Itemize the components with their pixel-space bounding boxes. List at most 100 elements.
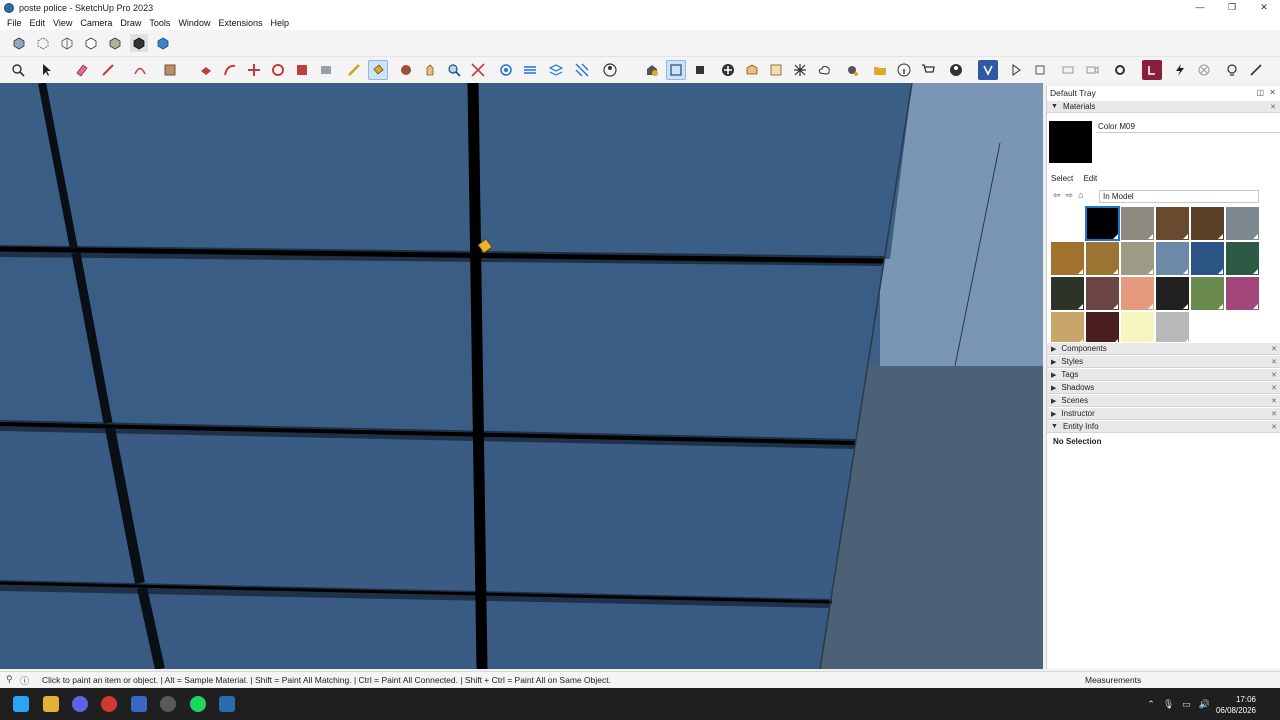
minimize-button[interactable]: —: [1184, 0, 1216, 15]
microphone-icon[interactable]: 🎙: [1163, 699, 1174, 710]
menu-window[interactable]: Window: [174, 18, 214, 28]
stamp-icon[interactable]: [572, 60, 592, 80]
menu-view[interactable]: View: [49, 18, 76, 28]
material-swatch[interactable]: [1121, 207, 1154, 240]
forward-arrow-icon[interactable]: ⇨: [1066, 190, 1074, 201]
spotify-icon[interactable]: [190, 696, 206, 712]
material-swatch[interactable]: [1051, 277, 1084, 310]
tab-edit[interactable]: Edit: [1083, 174, 1097, 183]
panel-close-icon[interactable]: ✕: [1271, 384, 1277, 392]
rectangle-icon[interactable]: [160, 60, 180, 80]
material-swatch[interactable]: [1156, 312, 1189, 345]
material-swatch[interactable]: [1226, 277, 1259, 310]
layers-icon[interactable]: [546, 60, 566, 80]
xray-icon[interactable]: [10, 34, 28, 52]
scale-icon[interactable]: [292, 60, 312, 80]
profile-icon[interactable]: [946, 60, 966, 80]
material-swatch[interactable]: [1121, 312, 1154, 345]
tray-close-icon[interactable]: ✕: [1269, 88, 1276, 97]
info-status-icon[interactable]: ⓘ: [20, 674, 29, 687]
geo-location-icon[interactable]: [496, 60, 516, 80]
menu-extensions[interactable]: Extensions: [214, 18, 266, 28]
close-button[interactable]: ✕: [1248, 0, 1280, 15]
panel-header-scenes[interactable]: ▶ Scenes ✕: [1047, 394, 1280, 407]
offset-icon[interactable]: [316, 60, 336, 80]
file-explorer-icon[interactable]: [43, 696, 59, 712]
material-swatch[interactable]: [1086, 277, 1119, 310]
steam-icon[interactable]: [160, 696, 176, 712]
material-swatch[interactable]: [1191, 242, 1224, 275]
camera-icon[interactable]: [1082, 60, 1102, 80]
material-swatch[interactable]: [1121, 277, 1154, 310]
sandbox-icon[interactable]: [520, 60, 540, 80]
chrome-icon[interactable]: [101, 696, 117, 712]
menu-tools[interactable]: Tools: [145, 18, 174, 28]
enscape-icon[interactable]: [1142, 60, 1162, 80]
push-pull-icon[interactable]: [196, 60, 216, 80]
panel-close-icon[interactable]: ✕: [1271, 397, 1277, 405]
material-swatch[interactable]: [1051, 207, 1084, 240]
chevron-up-icon[interactable]: ⌃: [1147, 699, 1155, 710]
geo-status-icon[interactable]: ⚲: [6, 674, 13, 685]
style-builder-icon[interactable]: [790, 60, 810, 80]
zoom-icon[interactable]: [444, 60, 464, 80]
panel-header-styles[interactable]: ▶ Styles ✕: [1047, 355, 1280, 368]
panel-close-icon[interactable]: ✕: [1271, 345, 1277, 353]
eraser-icon[interactable]: [72, 60, 92, 80]
menu-camera[interactable]: Camera: [76, 18, 116, 28]
material-swatch[interactable]: [1121, 242, 1154, 275]
arc-icon[interactable]: [130, 60, 150, 80]
material-swatch[interactable]: [1051, 312, 1084, 345]
monochrome-icon[interactable]: [154, 34, 172, 52]
panel-header-shadows[interactable]: ▶ Shadows ✕: [1047, 381, 1280, 394]
shaded-with-textures-icon[interactable]: [130, 34, 148, 52]
menu-help[interactable]: Help: [266, 18, 293, 28]
material-swatch[interactable]: [1156, 207, 1189, 240]
materials-close-icon[interactable]: ✕: [1270, 103, 1276, 111]
section-plane-icon[interactable]: [666, 60, 686, 80]
cancel-circle-icon[interactable]: [1194, 60, 1214, 80]
material-swatch[interactable]: [1085, 206, 1120, 241]
clock[interactable]: 17:06 06/08/2026: [1216, 694, 1256, 716]
panel-header-instructor[interactable]: ▶ Instructor ✕: [1047, 407, 1280, 420]
material-swatch[interactable]: [1086, 242, 1119, 275]
back-edges-icon[interactable]: [34, 34, 52, 52]
panel-header-components[interactable]: ▶ Components ✕: [1047, 342, 1280, 355]
render-icon[interactable]: [1058, 60, 1078, 80]
tape-measure-icon[interactable]: [344, 60, 364, 80]
select-arrow-icon[interactable]: [36, 60, 56, 80]
follow-me-icon[interactable]: [220, 60, 240, 80]
folder-icon[interactable]: [870, 60, 890, 80]
shaded-icon[interactable]: [106, 34, 124, 52]
menu-file[interactable]: File: [3, 18, 26, 28]
move-icon[interactable]: [244, 60, 264, 80]
panel-close-icon[interactable]: ✕: [1271, 423, 1277, 431]
info-icon[interactable]: [894, 60, 914, 80]
app-icon[interactable]: [131, 696, 147, 712]
account-icon[interactable]: [600, 60, 620, 80]
hidden-line-icon[interactable]: [82, 34, 100, 52]
restore-button[interactable]: ❐: [1216, 0, 1248, 15]
library-dropdown[interactable]: In Model: [1099, 190, 1259, 203]
gear-icon[interactable]: [1110, 60, 1130, 80]
pen-icon[interactable]: [1246, 60, 1266, 80]
play-icon[interactable]: [1006, 60, 1026, 80]
pan-icon[interactable]: [420, 60, 440, 80]
back-arrow-icon[interactable]: ⇦: [1053, 190, 1061, 201]
settings-extension-icon[interactable]: [842, 60, 862, 80]
menu-draw[interactable]: Draw: [116, 18, 145, 28]
zoom-search-icon[interactable]: [8, 60, 28, 80]
material-swatch[interactable]: [1191, 207, 1224, 240]
material-swatch[interactable]: [1226, 242, 1259, 275]
menu-edit[interactable]: Edit: [26, 18, 50, 28]
add-location-icon[interactable]: [718, 60, 738, 80]
lightning-icon[interactable]: [1170, 60, 1190, 80]
zoom-extents-icon[interactable]: [468, 60, 488, 80]
tab-select[interactable]: Select: [1051, 174, 1073, 183]
model-viewport[interactable]: [0, 83, 1043, 669]
pencil-line-icon[interactable]: [98, 60, 118, 80]
paint-bucket-icon[interactable]: [368, 60, 388, 80]
cloud-icon[interactable]: [814, 60, 834, 80]
material-swatch[interactable]: [1156, 277, 1189, 310]
panel-header-tags[interactable]: ▶ Tags ✕: [1047, 368, 1280, 381]
